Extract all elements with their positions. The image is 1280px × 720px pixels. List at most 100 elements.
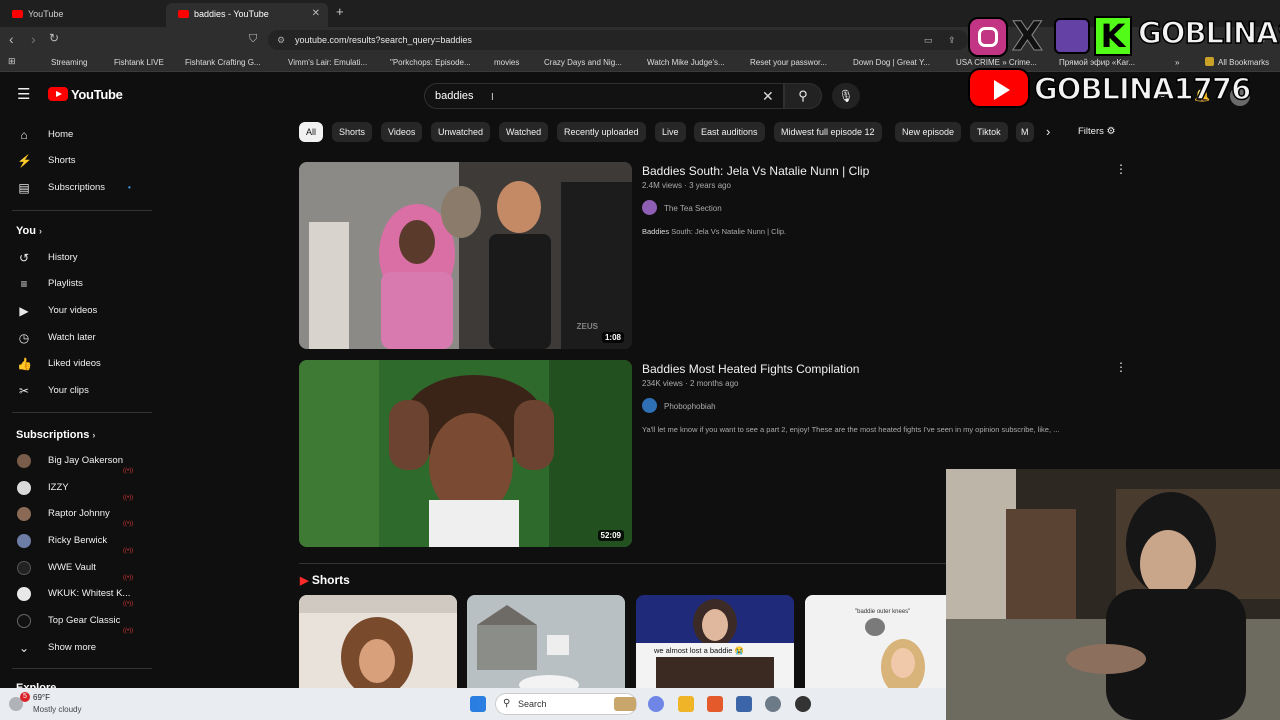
copilot-icon[interactable] [648,696,664,712]
settings-gear-icon[interactable] [765,696,781,712]
sidebar-channel-item[interactable]: Big Jay Oakerson ((•)) [0,448,154,474]
brave-browser-icon[interactable] [707,696,723,712]
sidebar-item-shorts[interactable]: ⚡ Shorts [0,148,154,174]
weather-temperature: 69°F [33,693,50,702]
new-tab-button[interactable]: + [336,4,344,19]
channel-avatar[interactable] [642,398,657,413]
guide-menu-icon[interactable]: ☰ [17,85,30,103]
chip-shorts[interactable]: Shorts [332,122,373,142]
bookmark-item[interactable]: movies [481,55,519,70]
webcam-overlay [946,469,1280,720]
chip-truncated[interactable]: M [1016,122,1034,142]
chip-live[interactable]: Live [655,122,686,142]
fishtank-favicon-icon [101,57,110,66]
kick-logo-icon: K [1094,16,1132,56]
filters-button[interactable]: Filters ⚙ [1078,126,1115,137]
thumbnail-image [299,360,632,547]
sidebar-item-playlists[interactable]: ≡ Playlists [0,271,154,297]
file-explorer-icon[interactable] [678,696,694,712]
weather-description: Mostly cloudy [33,705,82,714]
close-tab-icon[interactable]: ✕ [312,3,320,25]
chip-recently-uploaded[interactable]: Recently uploaded [557,122,646,142]
sidebar-channel-item[interactable]: Ricky Berwick ((•)) [0,528,154,554]
short-card[interactable] [299,595,457,688]
webcam-image [946,469,1280,720]
search-button[interactable]: ⚲ [784,83,822,109]
sidebar-item-liked-videos[interactable]: 👍 Liked videos [0,351,154,377]
sidebar-item-home[interactable]: ⌂ Home [0,122,154,148]
forward-icon[interactable]: › [31,31,36,47]
video-meta: 2.4M views · 3 years ago [642,181,731,190]
bookmark-item[interactable]: "Porkchops: Episode... [377,55,471,70]
chip-east-auditions[interactable]: East auditions [694,122,765,142]
bookmark-item[interactable]: Watch Mike Judge's... [634,55,725,70]
chip-unwatched[interactable]: Unwatched [431,122,491,142]
back-icon[interactable]: ‹ [9,31,14,47]
chip-new-episode[interactable]: New episode [895,122,962,142]
sidebar-divider [12,412,152,413]
chevron-right-icon: › [92,430,96,440]
site-info-icon[interactable]: ⚙ [277,30,285,50]
sidebar-subscriptions-heading[interactable]: Subscriptions › [16,429,95,441]
chip-watched[interactable]: Watched [499,122,549,142]
reload-icon[interactable]: ↻ [49,31,59,45]
bookmark-item[interactable]: Crazy Days and Nig... [531,55,622,70]
sidebar-item-subscriptions[interactable]: ▤ Subscriptions • [0,175,154,201]
windows-taskbar: 5 69°F Mostly cloudy ⚲ Search [0,688,946,720]
bookmark-icon[interactable]: ⛉ [249,33,257,46]
history-icon: ↺ [18,251,30,265]
obs-icon[interactable] [795,696,811,712]
bookmark-item[interactable]: Fishtank Crafting G... [172,55,261,70]
sidebar-item-your-clips[interactable]: ✂ Your clips [0,378,154,404]
channel-avatar[interactable] [642,200,657,215]
sidebar-channel-item[interactable]: IZZY ((•)) [0,475,154,501]
more-actions-icon[interactable]: ⋮ [1115,360,1127,374]
apps-grid-icon[interactable]: ⊞ [8,56,16,67]
notepad-icon[interactable] [736,696,752,712]
search-input[interactable]: baddies ✕ I [424,83,784,109]
chevron-down-icon: ⌄ [18,641,30,655]
sidebar-item-history[interactable]: ↺ History [0,245,154,271]
video-thumbnail[interactable]: 52:09 [299,360,632,547]
more-actions-icon[interactable]: ⋮ [1115,162,1127,176]
share-icon[interactable]: ⇪ [948,30,956,50]
sidebar-item-your-videos[interactable]: ▶ Your videos [0,298,154,324]
youtube-logo[interactable]: YouTube [48,87,123,102]
sidebar-channel-item[interactable]: WKUK: Whitest K... ((•)) [0,581,154,607]
sidebar-item-watch-later[interactable]: ◷ Watch later [0,325,154,351]
short-card[interactable]: we almost lost a baddie 😭 [636,595,794,688]
sidebar-you-heading[interactable]: You › [16,225,42,237]
clear-search-icon[interactable]: ✕ [762,84,774,108]
browser-tab-youtube[interactable]: YouTube [0,3,165,27]
channel-avatar [17,534,31,548]
short-card[interactable] [467,595,625,688]
video-thumbnail[interactable]: ZEUS 1:08 [299,162,632,349]
social-overlay: X K GOBLINA911 GOBLINA1776 [966,12,1280,110]
voice-search-button[interactable]: 🎙 [832,83,860,109]
bookmark-item[interactable]: Reset your passwor... [737,55,827,70]
url-field[interactable]: ⚙ youtube.com/results?search_query=baddi… [268,30,968,50]
sidebar-channel-item[interactable]: Raptor Johnny ((•)) [0,501,154,527]
sidebar-show-more[interactable]: ⌄ Show more [0,635,154,661]
chip-videos[interactable]: Videos [381,122,423,142]
bookmark-item[interactable]: Down Dog | Great Y... [840,55,930,70]
browser-tab-baddies[interactable]: baddies - YouTube ✕ [166,3,328,27]
page-favicon-icon [943,57,952,66]
video-title[interactable]: Baddies Most Heated Fights Compilation [642,362,859,376]
chip-midwest-full-episode[interactable]: Midwest full episode 12 [774,122,882,142]
chip-all[interactable]: All [299,122,324,142]
bookmark-item[interactable]: Vimm's Lair: Emulati... [275,55,367,70]
cast-icon[interactable]: ▭ [924,30,933,50]
sidebar-channel-item[interactable]: WWE Vault ((•)) [0,555,154,581]
short-caption: "baddie outer knees" [855,609,911,615]
channel-name[interactable]: Phobophobiah [664,402,716,411]
windows-start-icon[interactable] [470,696,486,712]
short-card[interactable]: "baddie outer knees" [805,595,963,688]
chips-next-arrow-icon[interactable]: › [1046,124,1050,139]
sidebar-channel-item[interactable]: Top Gear Classic ((•)) [0,608,154,634]
video-title[interactable]: Baddies South: Jela Vs Natalie Nunn | Cl… [642,164,869,178]
bookmark-item[interactable]: Streaming [38,55,87,70]
chip-tiktok[interactable]: Tiktok [970,122,1008,142]
channel-name[interactable]: The Tea Section [664,204,722,213]
bookmark-item[interactable]: Fishtank LIVE [101,55,164,70]
